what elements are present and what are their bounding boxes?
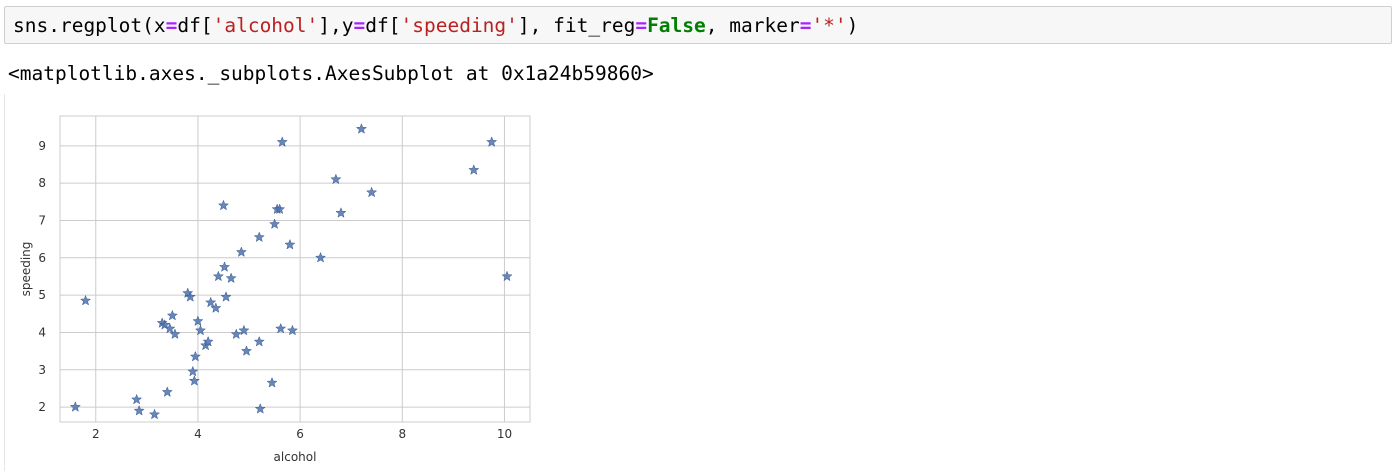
x-tick-label: 8 xyxy=(398,427,406,441)
plot-area-background xyxy=(59,115,531,423)
x-axis-label: alcohol xyxy=(274,450,317,464)
code-token: = xyxy=(165,13,178,37)
code-token: ) xyxy=(846,13,859,37)
code-token: ],y xyxy=(318,13,354,37)
x-tick-label: 6 xyxy=(296,427,304,441)
x-tick-label: 4 xyxy=(194,427,202,441)
y-tick-label: 5 xyxy=(38,288,46,302)
code-token: = xyxy=(635,13,648,37)
code-cell-input[interactable]: sns.regplot(x = df['alcohol'],y = df['speedi… xyxy=(4,6,1392,44)
y-tick-label: 6 xyxy=(38,251,46,265)
y-tick-label: 8 xyxy=(38,176,46,190)
code-token: ], fit_reg xyxy=(517,13,636,37)
y-tick-label: 2 xyxy=(38,400,46,414)
x-tick-label: 10 xyxy=(497,427,512,441)
code-token: df[ xyxy=(177,13,213,37)
code-token: '*' xyxy=(811,13,847,37)
output-area: 2 4 6 8 10 2 3 4 5 6 7 8 9 alcohol speeding xyxy=(0,94,1400,471)
code-token: df[ xyxy=(365,13,401,37)
code-token: 'speeding' xyxy=(400,13,518,37)
code-token: sns.regplot(x xyxy=(13,13,166,37)
y-axis-label: speeding xyxy=(19,242,33,297)
output-repr-text: <matplotlib.axes._subplots.AxesSubplot a… xyxy=(8,61,654,85)
scatter-plot: 2 4 6 8 10 2 3 4 5 6 7 8 9 alcohol speeding xyxy=(19,115,531,464)
code-token: , marker xyxy=(705,13,800,37)
code-token: 'alcohol' xyxy=(212,13,319,37)
y-tick-label: 9 xyxy=(38,139,46,153)
code-token: False xyxy=(647,13,706,37)
y-tick-label: 4 xyxy=(38,325,46,339)
x-tick-label: 2 xyxy=(92,427,100,441)
y-tick-label: 3 xyxy=(38,363,46,377)
y-tick-label: 7 xyxy=(38,213,46,227)
code-token: = xyxy=(353,13,366,37)
code-token: = xyxy=(799,13,812,37)
